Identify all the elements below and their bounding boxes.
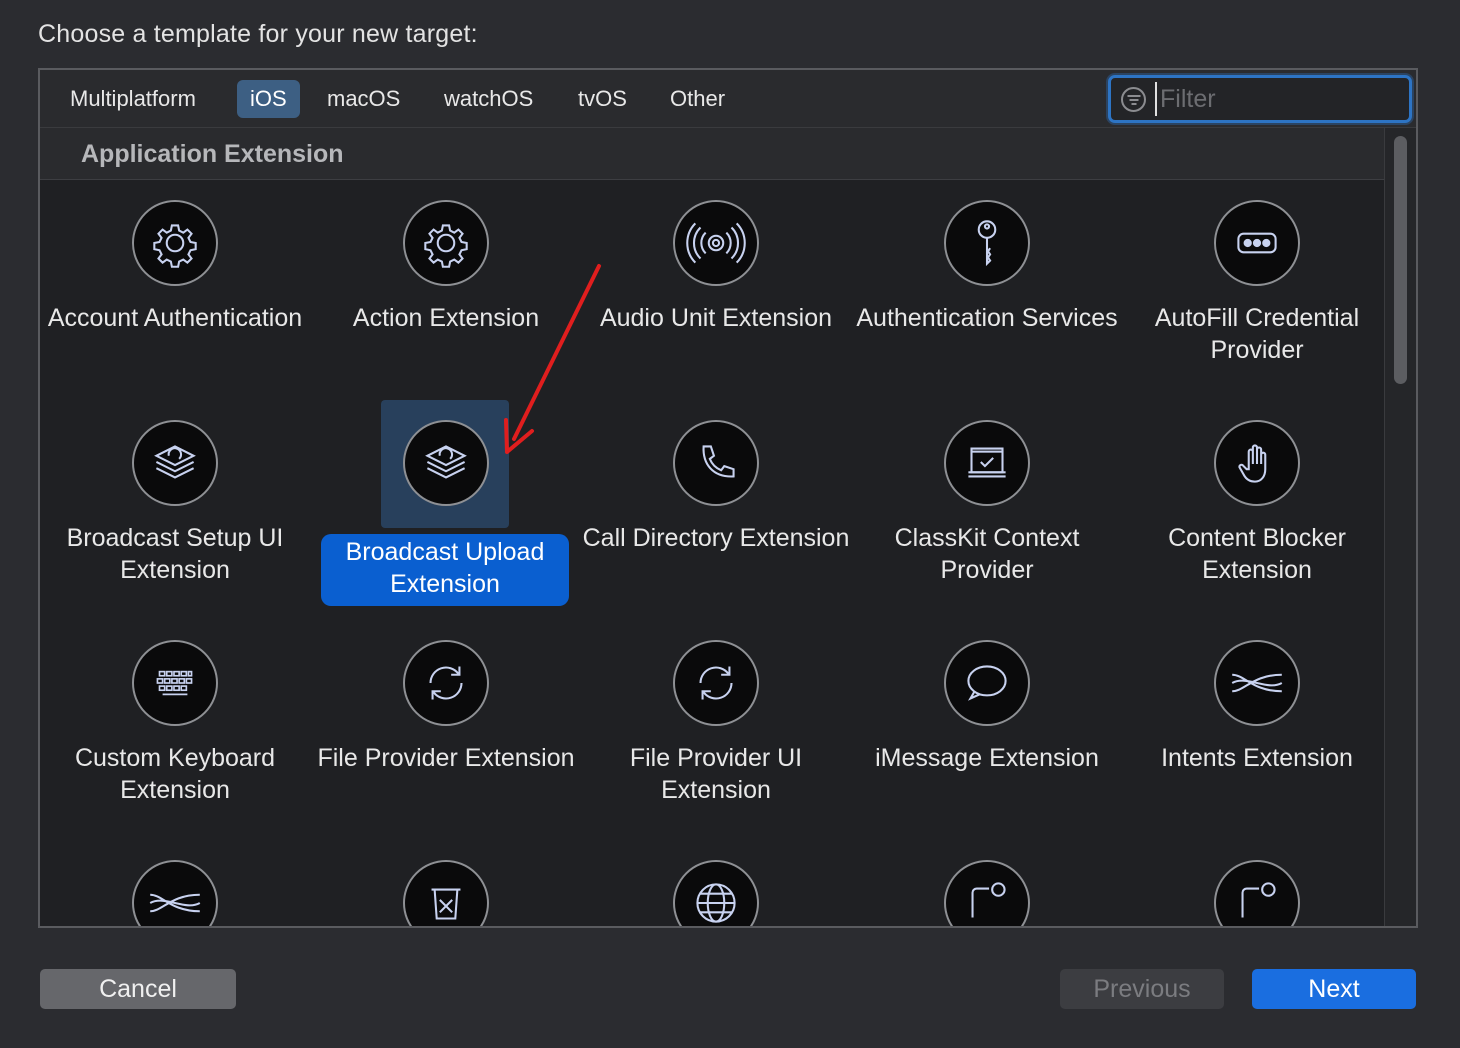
section-title: Application Extension <box>81 140 344 168</box>
template-label: Audio Unit Extension <box>599 304 833 332</box>
gear-icon <box>132 200 218 286</box>
section-header: Application Extension <box>40 128 1386 180</box>
template-partial[interactable] <box>581 840 851 926</box>
sync-icon <box>673 640 759 726</box>
template-file-provider-ui-extension[interactable]: File Provider UI Extension <box>581 620 851 840</box>
classkit-icon <box>944 420 1030 506</box>
template-classkit-context-provider[interactable]: ClassKit Context Provider <box>852 400 1122 620</box>
scrollbar-thumb[interactable] <box>1394 136 1407 384</box>
template-label: Intents Extension <box>1161 744 1353 772</box>
key-icon <box>944 200 1030 286</box>
template-call-directory-extension[interactable]: Call Directory Extension <box>581 400 851 620</box>
dots-icon <box>1214 200 1300 286</box>
template-content-blocker-extension[interactable]: Content Blocker Extension <box>1122 400 1386 620</box>
keyboard-icon <box>132 640 218 726</box>
template-label: Account Authentication <box>47 304 303 332</box>
template-panel: Multiplatform iOS macOS watchOS tvOS Oth… <box>38 68 1418 928</box>
broadcast-stack-icon <box>403 420 489 506</box>
template-grid: Account Authentication Action Extension … <box>40 180 1386 926</box>
gear-icon <box>403 200 489 286</box>
notification-icon <box>944 860 1030 926</box>
trash-icon <box>403 860 489 926</box>
tab-multiplatform[interactable]: Multiplatform <box>57 80 209 118</box>
template-imessage-extension[interactable]: iMessage Extension <box>852 620 1122 840</box>
tab-ios[interactable]: iOS <box>237 80 300 118</box>
template-label: File Provider Extension <box>317 744 575 772</box>
template-action-extension[interactable]: Action Extension <box>311 180 581 400</box>
tab-macos[interactable]: macOS <box>314 80 413 118</box>
phone-icon <box>673 420 759 506</box>
tab-other[interactable]: Other <box>657 80 738 118</box>
filter-field[interactable] <box>1108 75 1412 123</box>
template-broadcast-upload-extension[interactable]: Broadcast Upload Extension <box>311 400 581 620</box>
template-autofill-credential-provider[interactable]: AutoFill Credential Provider <box>1122 180 1386 400</box>
template-label: Content Blocker Extension <box>1168 524 1346 584</box>
notification-icon <box>1214 860 1300 926</box>
globe-icon <box>673 860 759 926</box>
filter-input[interactable] <box>1155 82 1400 116</box>
template-partial[interactable] <box>311 840 581 926</box>
template-audio-unit-extension[interactable]: Audio Unit Extension <box>581 180 851 400</box>
template-label: Call Directory Extension <box>582 524 850 552</box>
waves-icon <box>132 860 218 926</box>
template-broadcast-setup-ui-extension[interactable]: Broadcast Setup UI Extension <box>40 400 310 620</box>
template-label: Authentication Services <box>856 304 1118 332</box>
speech-bubble-icon <box>944 640 1030 726</box>
template-label: Action Extension <box>352 304 540 332</box>
next-button[interactable]: Next <box>1252 969 1416 1009</box>
template-partial[interactable] <box>852 840 1122 926</box>
template-custom-keyboard-extension[interactable]: Custom Keyboard Extension <box>40 620 310 840</box>
template-label: AutoFill Credential Provider <box>1154 304 1360 364</box>
template-account-authentication[interactable]: Account Authentication <box>40 180 310 400</box>
template-label-selected: Broadcast Upload Extension <box>321 534 569 606</box>
dialog-prompt: Choose a template for your new target: <box>38 20 478 48</box>
sync-icon <box>403 640 489 726</box>
cancel-button[interactable]: Cancel <box>40 969 236 1009</box>
scrollbar[interactable] <box>1384 128 1416 926</box>
tab-tvos[interactable]: tvOS <box>565 80 640 118</box>
template-label: Custom Keyboard Extension <box>74 744 276 804</box>
template-intents-extension[interactable]: Intents Extension <box>1122 620 1386 840</box>
template-label: ClassKit Context Provider <box>894 524 1080 584</box>
platform-tabbar: Multiplatform iOS macOS watchOS tvOS Oth… <box>40 70 1416 128</box>
tab-watchos[interactable]: watchOS <box>431 80 546 118</box>
audio-waves-icon <box>673 200 759 286</box>
hand-icon <box>1214 420 1300 506</box>
template-file-provider-extension[interactable]: File Provider Extension <box>311 620 581 840</box>
template-partial[interactable] <box>40 840 310 926</box>
template-label: iMessage Extension <box>875 744 1099 772</box>
broadcast-stack-icon <box>132 420 218 506</box>
template-partial[interactable] <box>1122 840 1386 926</box>
template-label: File Provider UI Extension <box>629 744 803 804</box>
waves-icon <box>1214 640 1300 726</box>
filter-icon <box>1121 87 1146 112</box>
previous-button[interactable]: Previous <box>1060 969 1224 1009</box>
template-label: Broadcast Setup UI Extension <box>66 524 284 584</box>
template-authentication-services[interactable]: Authentication Services <box>852 180 1122 400</box>
